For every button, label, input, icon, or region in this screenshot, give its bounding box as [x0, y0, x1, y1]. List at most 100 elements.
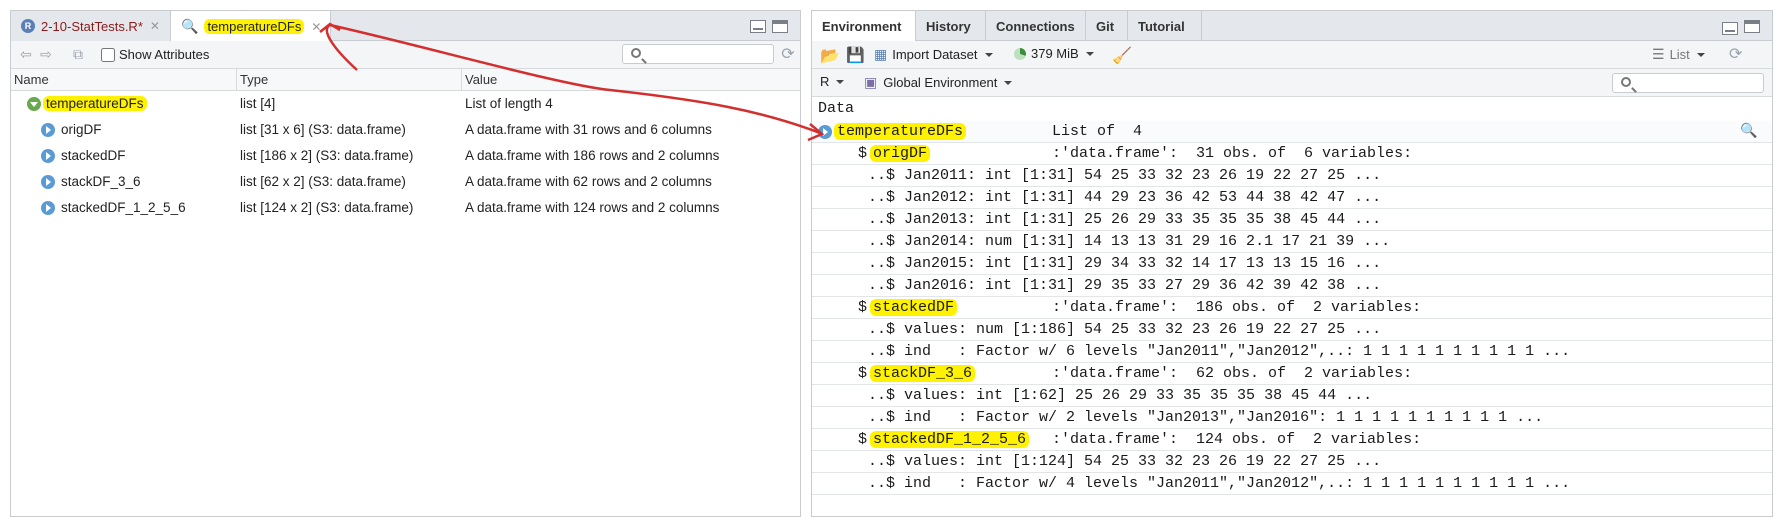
chevron-down-icon — [1696, 52, 1705, 57]
column-detail: ..$ Jan2012: int [1:31] 44 29 23 36 42 5… — [868, 189, 1382, 206]
tab-connections[interactable]: Connections — [986, 11, 1086, 41]
list-item: ..$ values: int [1:62] 25 26 29 33 35 35… — [812, 385, 1772, 407]
save-workspace-icon[interactable]: 💾 — [846, 46, 865, 64]
column-detail: ..$ values: num [1:186] 54 25 33 32 23 2… — [868, 321, 1382, 338]
list-item: $ stackDF_3_6 :'data.frame': 62 obs. of … — [812, 363, 1772, 385]
column-detail: ..$ Jan2014: num [1:31] 14 13 13 31 29 1… — [868, 233, 1391, 250]
list-item: ..$ ind : Factor w/ 2 levels "Jan2013","… — [812, 407, 1772, 429]
table-row[interactable]: stackedDF list [186 x 2] (S3: data.frame… — [11, 143, 800, 169]
refresh-icon[interactable]: ⟳ — [1729, 44, 1742, 64]
popout-window-icon[interactable]: ⧉ — [69, 46, 87, 64]
column-detail: ..$ values: int [1:124] 54 25 33 32 23 2… — [868, 453, 1382, 470]
tab-tutorial[interactable]: Tutorial — [1128, 11, 1202, 41]
row-type: list [31 x 6] (S3: data.frame) — [240, 122, 406, 137]
environment-tab-bar: Environment History Connections Git Tuto… — [812, 11, 1772, 42]
tab-stattests-script[interactable]: R 2-10-StatTests.R* ✕ — [11, 11, 171, 41]
environment-toolbar: 📂 💾 ▦ Import Dataset 379 MiB 🧹 ☰ List ⟳ — [812, 41, 1772, 69]
row-name: origDF — [61, 122, 102, 137]
close-icon[interactable]: ✕ — [311, 20, 321, 34]
chevron-down-icon — [836, 79, 845, 84]
row-type: list [4] — [240, 96, 276, 111]
forward-arrow-icon[interactable]: ⇨ — [37, 46, 55, 64]
column-detail: ..$ Jan2016: int [1:31] 29 35 33 27 29 3… — [868, 277, 1382, 294]
list-item: $ stackedDF :'data.frame': 186 obs. of 2… — [812, 297, 1772, 319]
element-desc: :'data.frame': 124 obs. of 2 variables: — [1052, 431, 1422, 448]
viewer-search-box[interactable] — [622, 44, 774, 64]
expand-toggle-icon[interactable] — [41, 149, 55, 163]
tab-temperaturedfs[interactable]: 🔍 temperatureDFs ✕ — [171, 11, 331, 42]
environment-scope-bar: R ▣ Global Environment — [812, 69, 1772, 97]
list-item: $ stackedDF_1_2_5_6 :'data.frame': 124 o… — [812, 429, 1772, 451]
close-icon[interactable]: ✕ — [150, 19, 160, 33]
element-name: stackDF_3_6 — [870, 365, 976, 382]
minimize-pane-button[interactable] — [750, 20, 766, 33]
list-icon: ☰ — [1652, 46, 1665, 62]
element-desc: :'data.frame': 62 obs. of 2 variables: — [1052, 365, 1413, 382]
table-icon: ▦ — [874, 46, 888, 62]
object-row[interactable]: temperatureDFs List of 4 🔍 — [812, 121, 1772, 143]
minimize-pane-button[interactable] — [1722, 22, 1738, 35]
maximize-pane-button[interactable] — [772, 20, 788, 33]
row-type: list [124 x 2] (S3: data.frame) — [240, 200, 414, 215]
tab-history[interactable]: History — [916, 11, 986, 41]
row-name: stackedDF — [61, 148, 126, 163]
environment-label: Global Environment — [883, 75, 998, 90]
memory-usage-button[interactable]: 379 MiB — [1014, 46, 1094, 61]
expand-toggle-icon[interactable] — [41, 201, 55, 215]
expand-toggle-icon[interactable] — [41, 175, 55, 189]
list-item: ..$ Jan2013: int [1:31] 25 26 29 33 35 3… — [812, 209, 1772, 231]
load-workspace-icon[interactable]: 📂 — [820, 46, 840, 66]
element-name: origDF — [870, 145, 931, 162]
list-item: $ origDF :'data.frame': 31 obs. of 6 var… — [812, 143, 1772, 165]
show-attributes-checkbox[interactable] — [101, 47, 115, 62]
refresh-icon[interactable]: ⟳ — [779, 45, 797, 63]
table-row[interactable]: stackDF_3_6 list [62 x 2] (S3: data.fram… — [11, 169, 800, 195]
element-desc: :'data.frame': 31 obs. of 6 variables: — [1052, 145, 1413, 162]
environment-selector[interactable]: ▣ Global Environment — [864, 74, 1013, 91]
view-data-icon[interactable]: 🔍 — [1740, 123, 1757, 140]
list-item: ..$ Jan2012: int [1:31] 44 29 23 36 42 5… — [812, 187, 1772, 209]
column-detail: ..$ ind : Factor w/ 4 levels "Jan2011","… — [868, 475, 1571, 492]
tab-git[interactable]: Git — [1086, 11, 1128, 41]
environment-search-box[interactable] — [1612, 73, 1764, 93]
language-label: R — [820, 74, 830, 89]
row-name: temperatureDFs — [43, 96, 147, 111]
import-dataset-button[interactable]: ▦ Import Dataset — [874, 46, 993, 63]
table-row[interactable]: temperatureDFs list [4] List of length 4 — [11, 91, 800, 117]
memory-pie-icon — [1014, 47, 1026, 60]
object-summary: List of 4 — [1052, 123, 1143, 140]
back-arrow-icon[interactable]: ⇦ — [17, 46, 35, 64]
row-type: list [186 x 2] (S3: data.frame) — [240, 148, 414, 163]
column-value-header[interactable]: Value — [465, 72, 497, 87]
list-view-button[interactable]: ☰ List — [1652, 46, 1705, 63]
viewer-toolbar: ⇦ ⇨ ⧉ Show Attributes ⟳ — [11, 41, 800, 69]
environment-icon: ▣ — [864, 74, 878, 90]
column-detail: ..$ Jan2013: int [1:31] 25 26 29 33 35 3… — [868, 211, 1382, 228]
show-attributes-label: Show Attributes — [119, 47, 210, 62]
environment-pane: Environment History Connections Git Tuto… — [811, 10, 1773, 517]
row-name: stackedDF_1_2_5_6 — [61, 200, 186, 215]
maximize-pane-button[interactable] — [1744, 20, 1760, 33]
list-item: ..$ ind : Factor w/ 6 levels "Jan2011","… — [812, 341, 1772, 363]
list-view-label: List — [1669, 47, 1690, 62]
data-viewer-pane: R 2-10-StatTests.R* ✕ 🔍 temperatureDFs ✕… — [10, 10, 801, 517]
language-selector[interactable]: R — [820, 74, 845, 89]
tab-label: temperatureDFs — [204, 19, 305, 34]
expand-toggle-icon[interactable] — [818, 125, 832, 139]
column-detail: ..$ values: int [1:62] 25 26 29 33 35 35… — [868, 387, 1373, 404]
tab-environment[interactable]: Environment — [812, 11, 916, 42]
table-row[interactable]: stackedDF_1_2_5_6 list [124 x 2] (S3: da… — [11, 195, 800, 221]
row-value: List of length 4 — [465, 96, 553, 111]
column-detail: ..$ Jan2015: int [1:31] 29 34 33 32 14 1… — [868, 255, 1382, 272]
collapse-toggle-icon[interactable] — [27, 97, 41, 111]
element-desc: :'data.frame': 186 obs. of 2 variables: — [1052, 299, 1422, 316]
table-row[interactable]: origDF list [31 x 6] (S3: data.frame) A … — [11, 117, 800, 143]
chevron-down-icon — [1085, 51, 1094, 56]
column-name-header[interactable]: Name — [14, 72, 49, 87]
list-item: ..$ values: int [1:124] 54 25 33 32 23 2… — [812, 451, 1772, 473]
list-item: ..$ Jan2015: int [1:31] 29 34 33 32 14 1… — [812, 253, 1772, 275]
column-type-header[interactable]: Type — [240, 72, 268, 87]
chevron-down-icon — [984, 52, 993, 57]
broom-clear-icon[interactable]: 🧹 — [1112, 46, 1132, 66]
expand-toggle-icon[interactable] — [41, 123, 55, 137]
